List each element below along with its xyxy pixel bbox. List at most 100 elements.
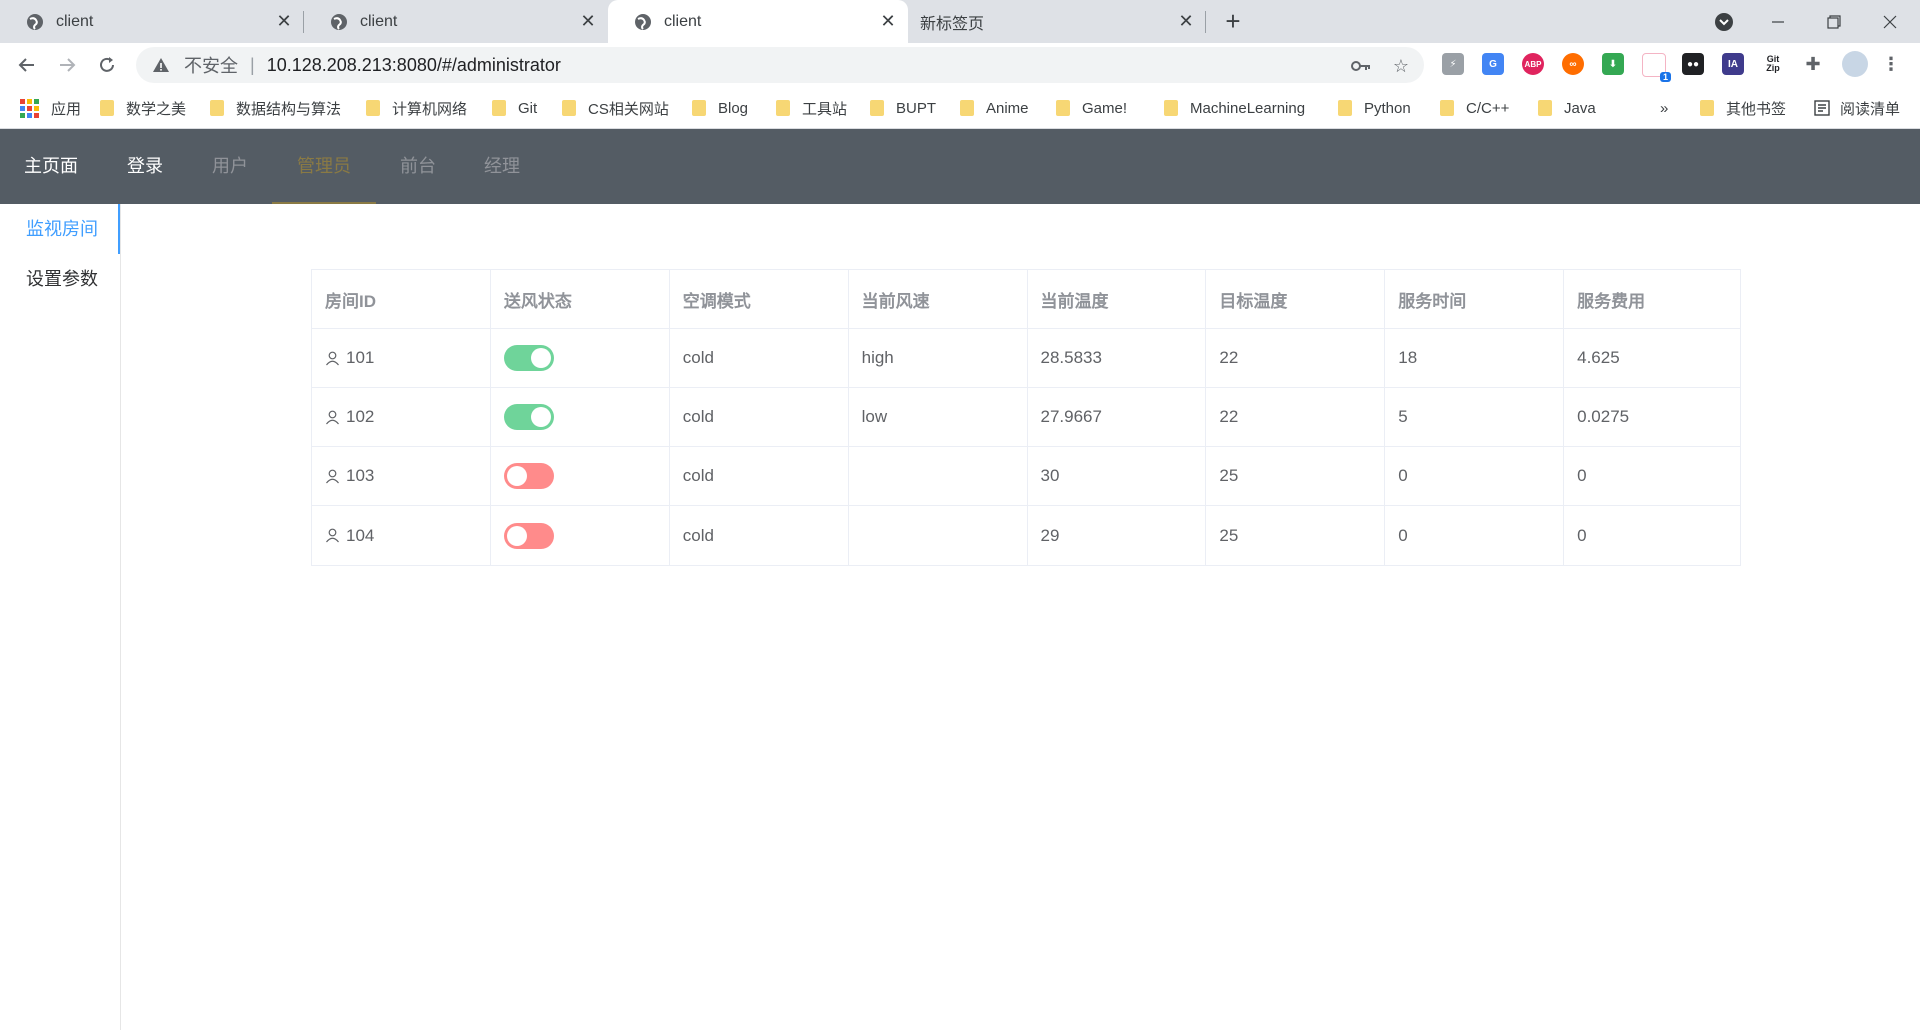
folder-icon bbox=[960, 100, 974, 116]
back-button[interactable] bbox=[11, 49, 43, 81]
user-icon bbox=[326, 528, 339, 543]
folder-icon bbox=[1056, 100, 1070, 116]
side-item-settings[interactable]: 设置参数 bbox=[0, 254, 120, 304]
url-text[interactable]: 10.128.208.213:8080/#/administrator bbox=[267, 55, 561, 76]
bookmark-folder[interactable]: 计算机网络 bbox=[366, 87, 467, 129]
nav-user[interactable]: 用户 bbox=[188, 129, 272, 204]
speed-cell: low bbox=[849, 388, 1028, 446]
forward-button[interactable] bbox=[51, 49, 83, 81]
tab-title: client bbox=[56, 12, 94, 30]
bookmark-folder[interactable]: Game! bbox=[1056, 87, 1127, 129]
translate-ext-icon[interactable]: G bbox=[1482, 53, 1504, 75]
room-id-cell: 102 bbox=[312, 388, 491, 446]
folder-icon bbox=[100, 100, 114, 116]
globe-icon bbox=[27, 13, 43, 30]
window-close-button[interactable] bbox=[1862, 0, 1918, 43]
browser-tab[interactable]: client ✕ bbox=[0, 0, 304, 43]
restore-button[interactable] bbox=[1806, 0, 1862, 43]
close-icon[interactable]: ✕ bbox=[574, 8, 602, 36]
fan-status-switch[interactable] bbox=[503, 463, 554, 489]
browser-tab-active[interactable]: client ✕ bbox=[608, 0, 908, 43]
abp-label: ABP bbox=[1524, 59, 1542, 69]
side-item-monitor-rooms[interactable]: 监视房间 bbox=[0, 204, 120, 254]
tampermonkey-ext-icon[interactable]: ●● bbox=[1682, 53, 1704, 75]
warning-icon bbox=[153, 58, 169, 72]
more-menu-icon[interactable]: ⋮ bbox=[1880, 53, 1902, 75]
address-bar[interactable]: 不安全 | 10.128.208.213:8080/#/administrato… bbox=[136, 47, 1424, 83]
lightning-ext-icon[interactable]: ⚡ bbox=[1442, 53, 1464, 75]
close-icon[interactable]: ✕ bbox=[270, 8, 298, 36]
avatar[interactable] bbox=[1842, 51, 1868, 77]
bookmark-label: 应用 bbox=[51, 100, 82, 118]
mode-cell: cold bbox=[670, 388, 849, 446]
nav-administrator[interactable]: 管理员 bbox=[272, 129, 376, 204]
target-temp-cell: 25 bbox=[1206, 447, 1386, 505]
browser-tab[interactable]: 新标签页 ✕ bbox=[908, 0, 1206, 43]
target-temp-cell: 22 bbox=[1206, 388, 1386, 446]
switch-knob bbox=[530, 348, 551, 368]
nav-home[interactable]: 主页面 bbox=[0, 129, 102, 204]
bookmark-folder[interactable]: Python bbox=[1338, 87, 1411, 129]
switch-knob bbox=[530, 407, 551, 427]
fan-status-switch[interactable] bbox=[503, 404, 554, 430]
star-icon[interactable]: ☆ bbox=[1390, 55, 1412, 77]
service-time-cell: 0 bbox=[1385, 506, 1565, 565]
bookmark-label: 数学之美 bbox=[126, 100, 187, 118]
app-header-menu: 主页面 登录 用户 管理员 前台 经理 bbox=[0, 129, 1920, 204]
close-icon[interactable]: ✕ bbox=[874, 8, 902, 36]
nav-front-desk[interactable]: 前台 bbox=[376, 129, 460, 204]
bookmark-folder[interactable]: Blog bbox=[692, 87, 748, 129]
bookmark-folder[interactable]: MachineLearning bbox=[1164, 87, 1305, 129]
bookmark-label: 计算机网络 bbox=[392, 100, 468, 118]
omnibox-divider: | bbox=[250, 54, 255, 75]
tab-title: client bbox=[360, 12, 398, 30]
new-tab-button[interactable]: + bbox=[1218, 6, 1248, 36]
bookmark-folder[interactable]: Git bbox=[492, 87, 537, 129]
globe-icon bbox=[635, 13, 651, 30]
folder-icon bbox=[870, 100, 884, 116]
tab-search-button[interactable] bbox=[1696, 0, 1752, 43]
gitzip-ext-icon[interactable]: Git Zip bbox=[1762, 53, 1784, 75]
bookmark-folder[interactable]: Java bbox=[1538, 87, 1596, 129]
browser-tab-strip: client ✕ client ✕ client ✕ 新标签页 ✕ + bbox=[0, 0, 1920, 43]
user-icon bbox=[326, 469, 339, 483]
chevron-down-icon bbox=[1715, 12, 1733, 31]
folder-icon bbox=[366, 100, 380, 116]
speed-cell bbox=[849, 447, 1028, 505]
key-icon[interactable] bbox=[1350, 55, 1372, 77]
folder-icon bbox=[692, 100, 706, 116]
bookmark-folder[interactable]: 数学之美 bbox=[100, 87, 186, 129]
bookmark-folder[interactable]: C/C++ bbox=[1440, 87, 1509, 129]
bookmark-other[interactable]: 其他书签 bbox=[1700, 87, 1786, 129]
folder-icon bbox=[1338, 100, 1352, 116]
bookmark-folder[interactable]: CS相关网站 bbox=[562, 87, 669, 129]
puzzle-icon[interactable]: ✚ bbox=[1802, 53, 1824, 75]
bookmark-folder[interactable]: 工具站 bbox=[776, 87, 847, 129]
folder-icon bbox=[1538, 100, 1552, 116]
current-temp-cell: 27.9667 bbox=[1028, 388, 1207, 446]
infinity-ext-icon[interactable]: ∞ bbox=[1562, 53, 1584, 75]
minimize-button[interactable] bbox=[1750, 0, 1806, 43]
bookmark-folder[interactable]: Anime bbox=[960, 87, 1029, 129]
nav-manager[interactable]: 经理 bbox=[460, 129, 544, 204]
bookmark-label: MachineLearning bbox=[1190, 99, 1306, 117]
nav-login[interactable]: 登录 bbox=[102, 129, 188, 204]
mode-cell: cold bbox=[670, 447, 849, 505]
browser-tab[interactable]: client ✕ bbox=[304, 0, 608, 43]
bookmark-folder[interactable]: BUPT bbox=[870, 87, 936, 129]
bookmarks-overflow-button[interactable]: » bbox=[1660, 87, 1668, 129]
bookmark-folder[interactable]: 数据结构与算法 bbox=[210, 87, 341, 129]
bookmark-apps[interactable]: 应用 bbox=[20, 87, 81, 129]
download-ext-icon[interactable]: ⬇ bbox=[1602, 53, 1624, 75]
service-fee-cell: 0 bbox=[1577, 525, 1587, 545]
close-icon[interactable]: ✕ bbox=[1172, 8, 1200, 36]
fan-status-switch[interactable] bbox=[503, 345, 554, 371]
room-id: 103 bbox=[346, 466, 375, 485]
ia-ext-icon[interactable]: IA bbox=[1722, 53, 1744, 75]
reload-button[interactable] bbox=[91, 49, 123, 81]
speed-cell: high bbox=[849, 329, 1028, 387]
cat-ext-icon[interactable]: 1 bbox=[1642, 53, 1671, 82]
reading-list-button[interactable]: 阅读清单 bbox=[1814, 87, 1900, 129]
abp-ext-icon[interactable]: ABP bbox=[1522, 53, 1544, 75]
fan-status-switch[interactable] bbox=[503, 522, 554, 549]
